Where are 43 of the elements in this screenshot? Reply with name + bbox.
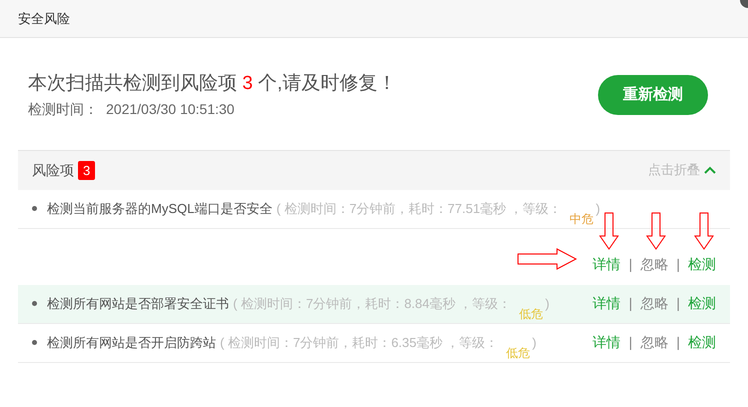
item-detail-close: ) bbox=[532, 334, 536, 352]
item-title: 检测所有网站是否开启防跨站 bbox=[47, 334, 216, 352]
count-badge: 3 bbox=[78, 160, 96, 180]
risk-level: 低危 bbox=[506, 344, 530, 362]
separator: | bbox=[676, 294, 680, 313]
action-link[interactable]: 检测 bbox=[688, 295, 716, 311]
section-title: 风险项 bbox=[32, 160, 74, 180]
scan-summary: 本次扫描共检测到风险项 3 个,请及时修复！ bbox=[28, 72, 396, 96]
action-link[interactable]: 详情 bbox=[592, 295, 621, 311]
collapse-link[interactable]: 点击折叠 bbox=[648, 160, 700, 180]
separator: | bbox=[628, 294, 632, 313]
bullet-icon bbox=[32, 206, 37, 211]
action-link[interactable]: 忽略 bbox=[640, 295, 668, 311]
item-title: 检测当前服务器的MySQL端口是否安全 bbox=[47, 200, 272, 218]
scan-time-value: 2021/03/30 10:51:30 bbox=[106, 100, 234, 118]
action-link[interactable]: 忽略 bbox=[640, 256, 668, 272]
separator: | bbox=[628, 254, 632, 274]
item-title: 检测所有网站是否部署安全证书 bbox=[47, 294, 229, 313]
action-link[interactable]: 检测 bbox=[688, 256, 716, 272]
scan-time-label: 检测时间： bbox=[28, 100, 98, 118]
action-link[interactable]: 详情 bbox=[592, 256, 621, 272]
annotation-right-arrow-icon bbox=[516, 248, 577, 270]
item-detail: ( 检测时间：7分钟前，耗时：8.84毫秒 ，等级： bbox=[233, 294, 512, 313]
window-title: 安全风险 bbox=[18, 10, 70, 28]
item-detail: ( 检测时间：7分钟前，耗时：6.35毫秒 ，等级： bbox=[220, 334, 498, 352]
action-link[interactable]: 忽略 bbox=[640, 334, 668, 350]
annotation-down-arrow-icon bbox=[694, 212, 714, 250]
item-detail-close: ) bbox=[545, 294, 550, 313]
action-link[interactable]: 检测 bbox=[688, 334, 716, 350]
risk-level: 中危 bbox=[570, 210, 594, 228]
bullet-icon bbox=[32, 340, 37, 345]
separator: | bbox=[676, 333, 680, 352]
annotation-down-arrow-icon bbox=[598, 212, 619, 250]
bullet-icon bbox=[32, 301, 37, 306]
rescan-button[interactable]: 重新检测 bbox=[598, 74, 708, 115]
annotation-down-arrow-icon bbox=[646, 212, 666, 250]
risk-level: 低危 bbox=[519, 306, 544, 322]
item-detail: ( 检测时间：7分钟前，耗时：77.51毫秒 ，等级： bbox=[276, 200, 562, 218]
separator: | bbox=[676, 254, 680, 274]
action-link[interactable]: 详情 bbox=[592, 334, 621, 350]
separator: | bbox=[628, 333, 632, 352]
item-detail-close: ) bbox=[596, 200, 600, 218]
chevron-up-icon[interactable] bbox=[704, 166, 716, 174]
